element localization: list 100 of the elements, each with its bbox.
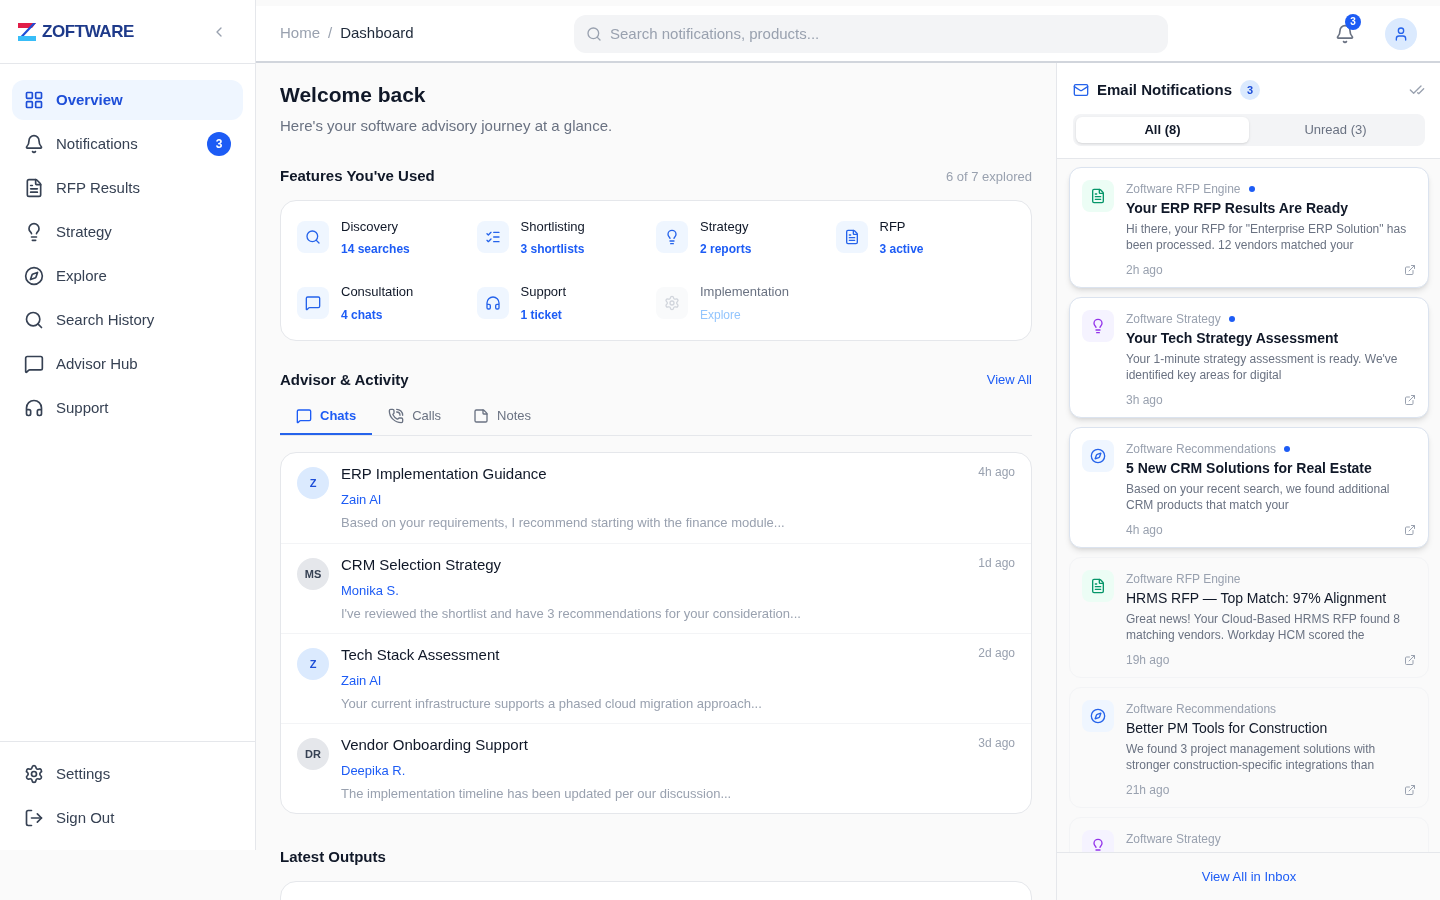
chat-row[interactable]: DR Vendor Onboarding Support Deepika R. The implementation timeline has been updated per our discussion... 3d ago (281, 723, 1031, 813)
settings-icon (24, 764, 44, 784)
advisor-name: Zain AI (341, 671, 383, 690)
chat-preview: Your current infrastructure supports a phased cloud migration approach... (341, 695, 763, 713)
page-title: Welcome back (280, 82, 427, 108)
notification-time: 2h ago (1126, 261, 1163, 279)
search-field[interactable]: Search notifications, products... (574, 14, 1168, 53)
compass-icon (1090, 707, 1106, 724)
nav-label: Support (56, 397, 110, 418)
notification-title: Better PM Tools for Construction (1126, 718, 1329, 738)
notification-title: Your Tech Strategy Assessment (1126, 328, 1340, 348)
feature-name: Consultation (341, 283, 414, 301)
inbox-link[interactable]: View All in Inbox (1201, 866, 1297, 887)
feature-item[interactable]: Strategy 2 reports (656, 212, 836, 262)
feature-item[interactable]: Implementation Explore (656, 278, 836, 328)
feature-item[interactable]: Discovery 14 searches (297, 212, 477, 262)
nav-item[interactable]: Search History (12, 300, 243, 340)
feature-item[interactable]: RFP 3 active (835, 212, 1015, 262)
breadcrumb-item: Dashboard (340, 23, 414, 44)
activity-tab[interactable]: Chats (280, 399, 373, 435)
avatar: Z (297, 467, 329, 499)
notification-body: We found 3 project management solutions with stronger construction-specific integrations than (1126, 740, 1377, 773)
notification-source: Zoftware Recommendations (1126, 440, 1277, 458)
advisor-name: Deepika R. (341, 761, 407, 780)
feature-name: RFP (879, 217, 907, 236)
advisor-name: Monika S. (341, 581, 400, 600)
activity-tab[interactable]: Calls (372, 399, 458, 435)
chat-row[interactable]: MS CRM Selection Strategy Monika S. I've reviewed the shortlist and have 3 recommendations for your consideration... 1d ago (281, 543, 1031, 633)
nav-item[interactable]: Strategy (12, 212, 243, 252)
panel-title: Email Notifications (1097, 80, 1233, 100)
external-link-icon[interactable] (1404, 783, 1416, 796)
notification-card[interactable]: Zoftware RFP Engine HRMS RFP — Top Match: 97% Alignment Great news! Your Cloud-Based HRMS RFP found 8 matching vendors. Workday HCM scored the 19h ago (1069, 556, 1429, 678)
filter-tab[interactable]: All (8) (1076, 116, 1249, 143)
view-all-link[interactable]: View All (986, 370, 1032, 390)
feature-stat: 2 reports (700, 241, 752, 258)
feature-stat: 1 ticket (520, 306, 563, 324)
notification-body: Hi there, your RFP for "Enterprise ERP Solution" has been processed. 12 vendors matched your (1126, 220, 1408, 253)
nav-label: Strategy (56, 221, 113, 242)
nav-item[interactable]: RFP Results (12, 168, 243, 208)
notification-card[interactable]: Zoftware RFP Engine Your ERP RFP Results Are Ready Hi there, your RFP for "Enterprise ERP Solution" has been processed. 12 vendors matched your 2h ago (1069, 166, 1429, 288)
activity-tab[interactable]: Notes (457, 399, 547, 435)
chat-title: Vendor Onboarding Support (341, 735, 529, 755)
notification-source: Zoftware Recommendations (1126, 700, 1277, 718)
notification-card[interactable]: Zoftware Recommendations 5 New CRM Solutions for Real Estate Based on your recent search, we found additional CRM products that match your 4h ago (1069, 426, 1429, 548)
feature-stat: 4 chats (341, 306, 384, 324)
search-icon (586, 25, 602, 42)
feature-name: Discovery (341, 217, 400, 236)
headphones-icon (24, 398, 44, 418)
nav-item[interactable]: Advisor Hub (12, 344, 243, 384)
feature-stat: 3 active (879, 241, 924, 258)
nav-label: Explore (56, 265, 108, 286)
external-link-icon[interactable] (1404, 393, 1416, 406)
notification-time: 19h ago (1126, 651, 1170, 669)
section-title: Features You've Used (280, 166, 435, 186)
chat-row[interactable]: Z ERP Implementation Guidance Zain AI Based on your requirements, I recommend starting with the finance module... 4h ago (281, 453, 1031, 543)
external-link-icon[interactable] (1404, 263, 1416, 276)
chat-time: 3d ago (978, 735, 1015, 752)
nav-label: RFP Results (56, 177, 141, 198)
avatar: Z (297, 648, 329, 680)
nav-item[interactable]: Overview (12, 80, 243, 120)
external-link-icon[interactable] (1404, 523, 1416, 536)
mail-icon (1073, 82, 1089, 99)
notification-time: 4h ago (1126, 521, 1163, 539)
nav-item[interactable]: Notifications 3 (12, 124, 243, 164)
logout-icon (24, 808, 44, 828)
search-icon (24, 310, 44, 330)
feature-item[interactable]: Consultation 4 chats (297, 278, 477, 328)
lightbulb-icon (1090, 837, 1106, 852)
nav-item[interactable]: Sign Out (12, 798, 243, 838)
feature-name: Implementation (700, 283, 789, 301)
notification-source: Zoftware Strategy (1126, 830, 1221, 848)
external-link-icon[interactable] (1404, 653, 1416, 666)
nav-item[interactable]: Support (12, 388, 243, 428)
explored-count: 6 of 7 explored (946, 167, 1032, 186)
chat-title: Tech Stack Assessment (341, 645, 501, 665)
avatar: DR (297, 738, 329, 770)
advisor-name: Zain AI (341, 490, 383, 509)
filter-tab[interactable]: Unread (3) (1249, 116, 1422, 143)
notification-card[interactable]: Zoftware Recommendations Better PM Tools for Construction We found 3 project management solutions with stronger construction-specific integrations than 21h ago (1069, 686, 1429, 808)
nav-item[interactable]: Settings (12, 754, 243, 794)
chat-title: CRM Selection Strategy (341, 555, 503, 575)
notification-source: Zoftware RFP Engine (1126, 180, 1241, 198)
section-title: Advisor & Activity (280, 369, 409, 390)
chat-row[interactable]: Z Tech Stack Assessment Zain AI Your current infrastructure supports a phased cloud migration approach... 2d ago (281, 633, 1031, 723)
bell-icon (24, 134, 44, 154)
document-icon (1090, 577, 1106, 594)
nav-label: Settings (56, 763, 111, 784)
feature-stat: 14 searches (341, 241, 410, 258)
breadcrumb-separator: / (328, 23, 333, 44)
count-badge: 3 (207, 132, 231, 156)
notification-card[interactable]: Zoftware Strategy Your Tech Strategy Assessment Your 1-minute strategy assessment is ready. We've identified key areas for digital 3h ago (1069, 296, 1429, 418)
feature-item[interactable]: Shortlisting 3 shortlists (476, 212, 656, 262)
nav-item[interactable]: Explore (12, 256, 243, 296)
document-icon (24, 178, 44, 198)
bell-icon (1335, 23, 1355, 44)
feature-item[interactable]: Support 1 ticket (476, 278, 656, 328)
nav-label: Search History (56, 309, 156, 330)
feature-stat: 3 shortlists (520, 241, 585, 258)
avatar-button[interactable] (1385, 17, 1417, 50)
chat-preview: The implementation timeline has been updated per our discussion... (341, 785, 733, 803)
